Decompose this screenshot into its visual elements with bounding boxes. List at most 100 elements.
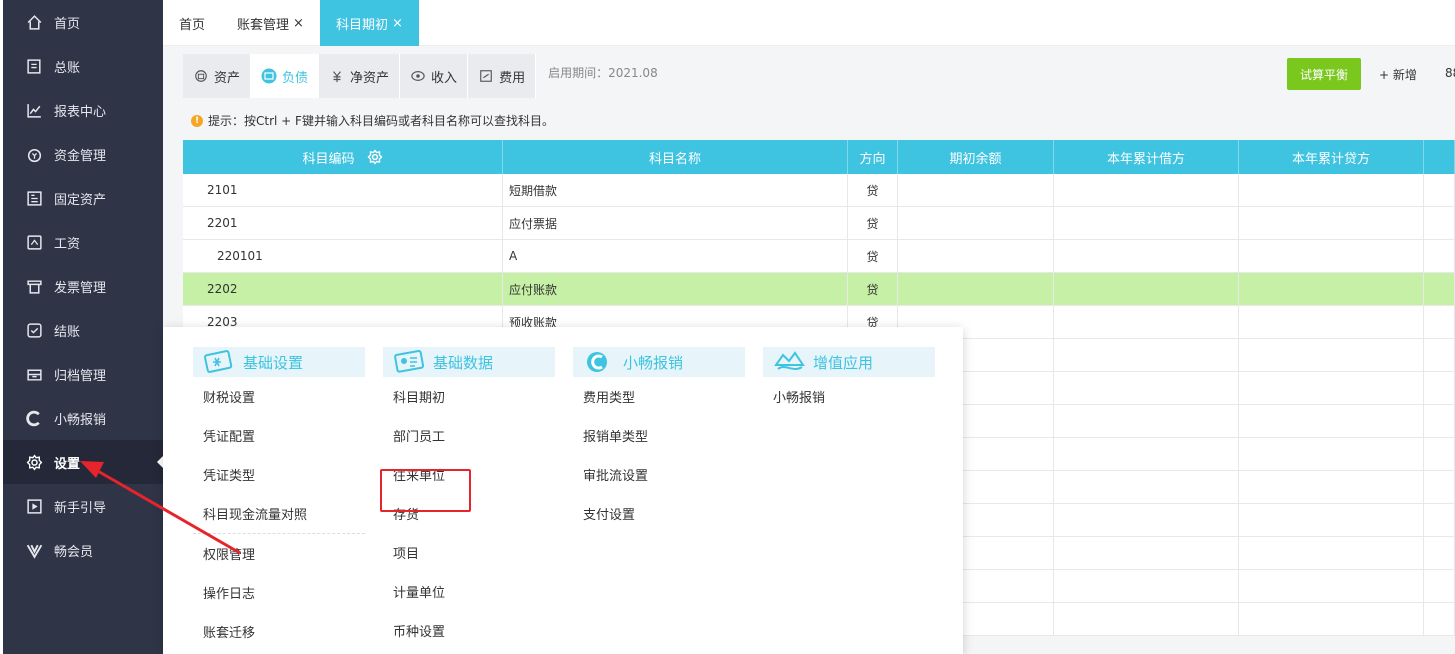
table-row[interactable]: 2101 短期借款 贷 <box>183 174 1455 207</box>
column-header: 本年累计借方 <box>1054 140 1239 174</box>
gear-icon[interactable] <box>367 149 383 165</box>
menu-item-project[interactable]: 项目 <box>383 533 555 572</box>
cell-ytd-credit[interactable] <box>1239 174 1424 206</box>
tab-expense[interactable]: 费用 <box>468 54 537 98</box>
sidebar-item-fund[interactable]: 资金管理 <box>3 132 163 176</box>
settings-menu-popup: 基础设置 财税设置 凭证配置 凭证类型 科目现金流量对照 权限管理 操作日志 账… <box>163 327 963 654</box>
cell-extra <box>1424 273 1455 305</box>
sidebar-item-label: 资金管理 <box>54 148 107 164</box>
sidebar-item-label: 小畅报销 <box>54 412 107 428</box>
sidebar-item-label: 总账 <box>54 60 81 76</box>
cell-ytd-credit[interactable] <box>1239 273 1424 305</box>
add-button[interactable]: + 新增 <box>1379 66 1417 83</box>
hint-text: 提示：按Ctrl + F键并输入科目编码或者科目名称可以查找科目。 <box>208 114 554 128</box>
column-header: 期初余额 <box>898 140 1054 174</box>
column-header: 方向 <box>848 140 898 174</box>
sidebar: 首页 总账 报表中心 资金管理 固定资产 工资 发票管理 结账 归档管理 小畅报… <box>0 0 163 654</box>
cell-ytd-credit[interactable] <box>1239 240 1424 272</box>
menu-item-currency[interactable]: 币种设置 <box>383 611 555 650</box>
table-row[interactable]: 220101 A 贷 <box>183 240 1455 273</box>
sub-toolbar: 资产 负债 净资产 收入 费用 启用期间：2021.08 <box>163 46 1455 98</box>
menu-item-unit[interactable]: 计量单位 <box>383 572 555 611</box>
tab-label: 净资产 <box>350 70 390 86</box>
sidebar-item-asset[interactable]: 固定资产 <box>3 176 163 220</box>
trial-balance-button[interactable]: 试算平衡 <box>1287 58 1361 90</box>
sidebar-item-report[interactable]: 报表中心 <box>3 88 163 132</box>
sidebar-item-settings[interactable]: 设置 <box>3 440 163 484</box>
menu-item-reimburse-form-type[interactable]: 报销单类型 <box>573 416 745 455</box>
menu-item-voucher-type[interactable]: 凭证类型 <box>193 455 365 494</box>
menu-item-xiaochang-reimburse[interactable]: 小畅报销 <box>763 377 935 416</box>
more-button[interactable]: 88 <box>1445 66 1455 80</box>
sidebar-item-salary[interactable]: 工资 <box>3 220 163 264</box>
tab-label: 资产 <box>214 70 241 86</box>
sidebar-item-label: 畅会员 <box>54 544 94 560</box>
cell-direction: 贷 <box>848 207 898 239</box>
sidebar-item-guide[interactable]: 新手引导 <box>3 484 163 528</box>
tab-liability[interactable]: 负债 <box>251 54 320 98</box>
sidebar-item-label: 发票管理 <box>54 280 107 296</box>
menu-item-expense-type[interactable]: 费用类型 <box>573 377 745 416</box>
menu-column-title-text: 基础设置 <box>243 353 304 372</box>
cell-opening-balance[interactable] <box>898 240 1054 272</box>
column-header <box>1424 140 1455 174</box>
vip-icon <box>25 541 43 559</box>
close-icon[interactable]: × <box>293 16 304 31</box>
tab-subject-opening[interactable]: 科目期初 × <box>319 0 419 46</box>
tab-income[interactable]: 收入 <box>400 54 469 98</box>
reimburse-icon <box>583 349 617 375</box>
cell-ytd-debit[interactable] <box>1054 273 1239 305</box>
tab-label: 科目期初 <box>335 17 388 33</box>
cell-ytd-debit[interactable] <box>1054 174 1239 206</box>
top-tab-bar: 首页 账套管理 × 科目期初 × <box>163 0 1455 46</box>
guide-icon <box>25 497 43 515</box>
menu-item-payment-settings[interactable]: 支付设置 <box>573 494 745 533</box>
table-row-selected[interactable]: 2202 应付账款 贷 <box>183 273 1455 306</box>
sidebar-item-archive[interactable]: 归档管理 <box>3 352 163 396</box>
basic-settings-icon <box>203 349 237 375</box>
tab-net-asset[interactable]: 净资产 <box>319 54 401 98</box>
cell-ytd-debit[interactable] <box>1054 207 1239 239</box>
invoice-icon <box>25 277 43 295</box>
sidebar-item-close-account[interactable]: 结账 <box>3 308 163 352</box>
menu-column-title-text: 基础数据 <box>433 353 494 372</box>
sidebar-item-vip[interactable]: 畅会员 <box>3 528 163 572</box>
tab-label: 收入 <box>431 70 458 86</box>
cell-ytd-debit[interactable] <box>1054 306 1239 338</box>
cell-ytd-debit[interactable] <box>1054 240 1239 272</box>
cell-code: 2101 <box>183 174 503 206</box>
column-header: 科目编码 <box>183 140 503 174</box>
cell-ytd-credit[interactable] <box>1239 306 1424 338</box>
sidebar-item-home[interactable]: 首页 <box>3 0 163 44</box>
cell-opening-balance[interactable] <box>898 207 1054 239</box>
cell-opening-balance[interactable] <box>898 273 1054 305</box>
table-row[interactable]: 2201 应付票据 贷 <box>183 207 1455 240</box>
tab-asset[interactable]: 资产 <box>183 54 252 98</box>
menu-item-department-staff[interactable]: 部门员工 <box>383 416 555 455</box>
sidebar-item-invoice[interactable]: 发票管理 <box>3 264 163 308</box>
close-icon[interactable]: × <box>392 16 403 31</box>
sidebar-item-label: 工资 <box>54 236 81 252</box>
menu-item-account-migration[interactable]: 账套迁移 <box>193 612 365 651</box>
menu-item-subject-opening[interactable]: 科目期初 <box>383 377 555 416</box>
menu-item-cashflow-mapping[interactable]: 科目现金流量对照 <box>193 494 365 533</box>
menu-item-permissions[interactable]: 权限管理 <box>193 534 365 573</box>
tab-account-set[interactable]: 账套管理 × <box>221 0 320 46</box>
tab-home[interactable]: 首页 <box>163 0 221 46</box>
gear-icon <box>25 453 43 471</box>
column-header: 本年累计贷方 <box>1239 140 1424 174</box>
cell-extra <box>1424 240 1455 272</box>
menu-item-voucher-config[interactable]: 凭证配置 <box>193 416 365 455</box>
cell-ytd-credit[interactable] <box>1239 207 1424 239</box>
menu-column-title: 增值应用 <box>763 347 935 377</box>
sidebar-item-ledger[interactable]: 总账 <box>3 44 163 88</box>
net-asset-icon <box>329 68 345 84</box>
income-icon <box>410 68 426 84</box>
sidebar-item-reimburse[interactable]: 小畅报销 <box>3 396 163 440</box>
tab-label: 费用 <box>499 70 526 86</box>
menu-item-approval-flow[interactable]: 审批流设置 <box>573 455 745 494</box>
menu-item-operation-log[interactable]: 操作日志 <box>193 573 365 612</box>
close-account-icon <box>25 321 43 339</box>
menu-item-tax-settings[interactable]: 财税设置 <box>193 377 365 416</box>
cell-opening-balance[interactable] <box>898 174 1054 206</box>
